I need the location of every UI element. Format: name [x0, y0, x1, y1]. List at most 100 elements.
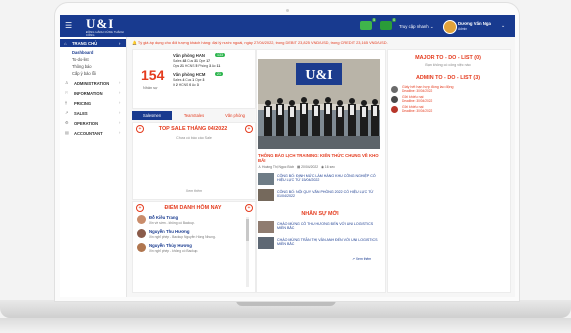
office-han-title: Văn phòng HAN: [173, 53, 205, 58]
sidebar-item-accountant[interactable]: ▤ ACCOUNTANT ›: [60, 130, 126, 138]
avatar: [137, 215, 146, 224]
message-icon[interactable]: 0: [380, 18, 396, 30]
chevron-down-icon[interactable]: ⌄: [501, 23, 505, 29]
user-name[interactable]: Dương Văn Nga: [458, 21, 491, 26]
office-hcm-count: 21: [215, 72, 223, 76]
admin-todo-item[interactable]: Gửi khiếu nại Deadline: 30/04/2022: [402, 105, 432, 114]
news-thumbnail[interactable]: [258, 189, 274, 201]
sidebar-item-sales[interactable]: ↗ SALES ›: [60, 110, 126, 118]
major-todo-title: MAJOR TO - DO - LIST (0): [415, 55, 481, 61]
todo-item-deadline: Deadline: 30/04/2022: [402, 99, 433, 104]
attendance-person-name[interactable]: Đỗ Kiều Trang: [149, 215, 178, 220]
sidebar-item-label: ACCOUNTANT: [74, 131, 103, 136]
new-staff-thumbnail[interactable]: [258, 221, 274, 233]
company-team-photo[interactable]: U&I: [258, 59, 380, 149]
office-han-count: 133: [215, 53, 225, 57]
sidebar-sub-report-bug[interactable]: Cấp ý bảo lỗi: [72, 71, 96, 76]
message-badge: 0: [392, 18, 396, 22]
user-icon: ♙: [65, 80, 69, 85]
notification-icon[interactable]: 5: [360, 18, 376, 30]
exchange-rate-notice: 🔔 Tỷ giá áp dụng cho đối tượng khách hàn…: [132, 40, 388, 45]
office-han-row-2: Ops 21 HCNS 5 Phòng 3 Ac 11: [173, 63, 221, 68]
todo-item-deadline: Deadline: 30/04/2022: [402, 89, 433, 94]
new-staff-title: NHÂN SỰ MỚI: [301, 211, 339, 217]
external-link-icon: ↗: [352, 257, 355, 261]
sidebar-sub-todo[interactable]: To-do-list: [72, 57, 89, 62]
top-sale-panel: + TOP SALE THÁNG 04/2022 + Chưa có báo c…: [132, 122, 256, 200]
chart-icon: ↗: [65, 110, 69, 115]
tag-icon: ⟠: [65, 100, 68, 105]
major-todo-empty: Bạn không có công việc nào: [425, 63, 471, 67]
news-meta: ♙ Hoàng Thị Ngọc Bích ▦ 20/04/2022 ◉ 16 …: [258, 165, 335, 169]
team-photo-image: U&I: [258, 59, 380, 149]
new-staff-item[interactable]: CHÀO MỪNG CÔ THU HƯƠNG ĐẾN VỚI UNI LOGIS…: [277, 222, 382, 231]
admin-todo-item[interactable]: Giấy hết hạn hợp đồng lao động Deadline:…: [402, 85, 454, 94]
news-list-item[interactable]: CÔNG BỐ: ĐỊNH MỨC LÀM HÀNG KHU CÔNG NGHI…: [277, 174, 382, 183]
sidebar-item-label: ADMINISTRATION: [74, 81, 110, 86]
sidebar: ⌂ TRANG CHỦ › Dashboard To-do-list Thông…: [60, 37, 127, 297]
scrollbar-thumb[interactable]: [246, 219, 249, 241]
admin-todo-title: ADMIN TO - DO - LIST (3): [416, 75, 480, 81]
chevron-right-icon: ›: [119, 120, 121, 125]
new-staff-more-link[interactable]: ↗ Xem thêm: [352, 257, 371, 261]
news-headline[interactable]: THÔNG BÁO LỊCH TRAINING: KIẾN THỨC CHUNG…: [258, 153, 382, 163]
calendar-icon: ▦: [297, 165, 301, 169]
sidebar-sub-dashboard[interactable]: Dashboard: [72, 50, 93, 55]
logo-mark: U&I: [86, 16, 115, 31]
avatar: [137, 243, 146, 252]
attendance-person-note: Xin về sớm - không có Backup.: [149, 221, 195, 225]
sidebar-item-home-label: TRANG CHỦ: [72, 40, 98, 46]
sidebar-item-operation[interactable]: ⚙ OPERATION ›: [60, 120, 126, 128]
tab-teamsales[interactable]: TeamSales: [174, 111, 214, 120]
top-sale-empty: Chưa có báo cáo Sale: [176, 136, 212, 140]
quick-access-menu[interactable]: Truy cập nhanh ⌄: [399, 24, 434, 30]
news-thumbnail[interactable]: [258, 173, 274, 185]
attendance-person-name[interactable]: Nguyễn Thủy Hương: [149, 243, 192, 248]
sidebar-item-information[interactable]: ⚐ INFORMATION ›: [60, 90, 126, 98]
tab-salesmen[interactable]: Salesmen: [132, 111, 172, 120]
news-date: 20/04/2022: [301, 165, 319, 169]
office-han-stats: Sales 48 Cus 31 Ope 17 Ops 21 HCNS 5 Phò…: [173, 59, 220, 68]
attendance-title: ĐIỂM DANH HÔM NAY: [164, 205, 222, 211]
user-icon: ♙: [258, 165, 262, 169]
total-staff-label: Nhân sự: [143, 86, 158, 90]
ranking-tabs: Salesmen TeamSales Văn phòng: [132, 111, 254, 120]
sidebar-item-administration[interactable]: ♙ ADMINISTRATION ›: [60, 80, 126, 88]
avatar: [391, 106, 398, 113]
todo-item-deadline: Deadline: 30/04/2022: [402, 109, 433, 114]
chevron-right-icon: ›: [119, 130, 121, 135]
new-staff-thumbnail[interactable]: [258, 237, 274, 249]
sidebar-item-home[interactable]: ⌂ TRANG CHỦ ›: [60, 39, 126, 47]
hamburger-menu-icon[interactable]: ☰: [65, 22, 72, 30]
new-staff-item[interactable]: CHÀO MỪNG TRẦN THỊ VÂN ANH ĐẾN VỚI UNI L…: [277, 238, 382, 247]
attendance-person-name[interactable]: Nguyễn Thu Hương: [149, 229, 190, 234]
admin-todo-item[interactable]: Gửi khiếu nại Deadline: 30/04/2022: [402, 95, 432, 104]
chevron-right-icon: ›: [119, 110, 121, 115]
top-navbar: ☰ U&I ĐỒNG HÀNH CÙNG THÀNH CÔNG 5 0 Truy…: [60, 15, 515, 37]
home-icon: ⌂: [64, 40, 67, 46]
office-hcm-row-2: It 2 HCNS 0 Ac 3: [173, 82, 199, 87]
sidebar-item-pricing[interactable]: ⟠ PRICING ›: [60, 100, 126, 108]
laptop-base: [0, 300, 571, 318]
news-list-item[interactable]: CÔNG BỐ: NỘI QUY VĂN PHÒNG 2022 CÓ HIỆU …: [277, 190, 382, 199]
brand-logo[interactable]: U&I ĐỒNG HÀNH CÙNG THÀNH CÔNG: [86, 16, 132, 38]
eye-icon: ◉: [320, 165, 324, 169]
attendance-scrollbar[interactable]: [246, 217, 249, 287]
quick-access-label: Truy cập nhanh: [399, 24, 429, 29]
user-role: Admin: [458, 27, 468, 31]
user-avatar[interactable]: [443, 20, 457, 34]
add-icon[interactable]: +: [245, 204, 253, 212]
chevron-right-icon: ›: [119, 100, 121, 105]
top-sale-more-link[interactable]: Xem thêm: [133, 189, 255, 193]
tab-office[interactable]: Văn phòng: [216, 111, 254, 120]
top-sale-title: TOP SALE THÁNG 04/2022: [158, 126, 228, 132]
add-icon[interactable]: +: [245, 125, 253, 133]
chevron-right-icon: ›: [119, 40, 121, 46]
app-screen: ☰ U&I ĐỒNG HÀNH CÙNG THÀNH CÔNG 5 0 Truy…: [60, 15, 515, 297]
sidebar-item-label: PRICING: [74, 101, 92, 106]
camera: [286, 9, 289, 12]
sidebar-sub-notifications[interactable]: Thông báo: [72, 64, 92, 69]
notice-text: Tỷ giá áp dụng cho đối tượng khách hàng:…: [137, 40, 388, 45]
desk-shadow: [0, 318, 571, 333]
avatar: [137, 229, 146, 238]
